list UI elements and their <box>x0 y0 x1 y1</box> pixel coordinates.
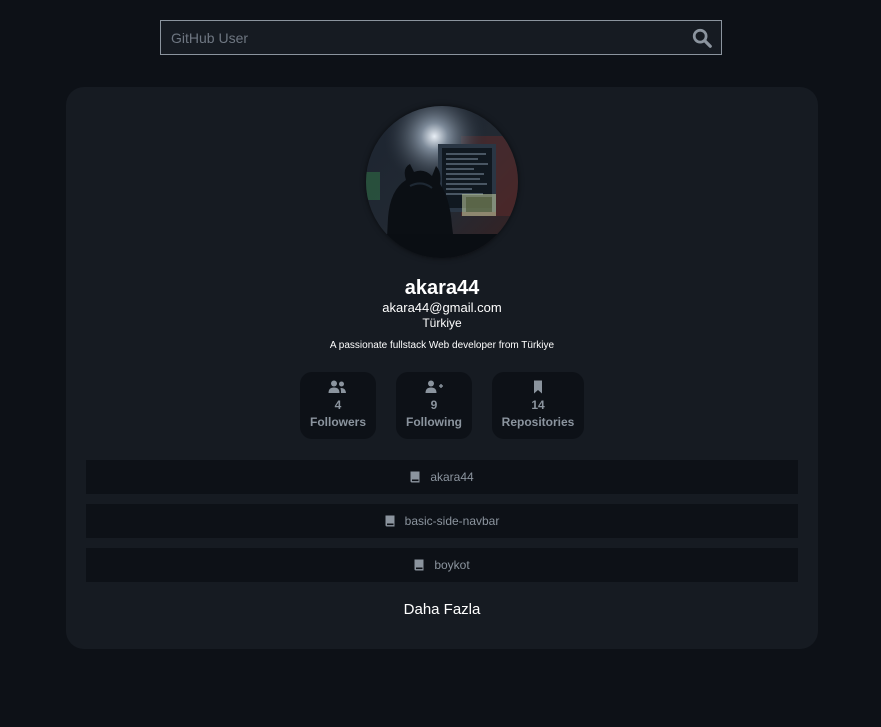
book-icon <box>410 471 420 483</box>
profile-username: akara44 <box>404 277 480 299</box>
stat-following[interactable]: 9 Following <box>396 372 472 439</box>
following-label: Following <box>406 415 462 429</box>
stats-row: 4 Followers 9 Following 14 Repositories <box>300 372 600 439</box>
avatar-image <box>366 106 518 258</box>
profile-bio: A passionate fullstack Web developer fro… <box>329 340 555 351</box>
following-count: 9 <box>430 398 438 412</box>
repo-item[interactable]: basic-side-navbar <box>86 504 798 538</box>
avatar <box>366 106 518 258</box>
stat-followers[interactable]: 4 Followers <box>300 372 376 439</box>
repo-name: basic-side-navbar <box>404 514 500 528</box>
repositories-label: Repositories <box>501 415 575 429</box>
followers-count: 4 <box>334 398 342 412</box>
repo-name: boykot <box>434 558 470 572</box>
search-bar <box>160 20 722 55</box>
book-icon <box>385 515 395 527</box>
profile-email: akara44@gmail.com <box>382 300 502 315</box>
people-icon <box>328 380 346 393</box>
user-plus-icon <box>425 380 443 393</box>
repositories-count: 14 <box>531 398 545 412</box>
more-button[interactable]: Daha Fazla <box>66 601 818 618</box>
search-input[interactable] <box>161 21 681 54</box>
bookmark-icon <box>534 380 542 394</box>
repo-name: akara44 <box>430 470 474 484</box>
book-icon <box>414 559 424 571</box>
stat-repositories[interactable]: 14 Repositories <box>492 372 584 439</box>
page: akara44 akara44@gmail.com Türkiye A pass… <box>0 0 881 727</box>
profile-card: akara44 akara44@gmail.com Türkiye A pass… <box>66 87 818 649</box>
search-icon[interactable] <box>691 27 713 49</box>
followers-label: Followers <box>309 415 366 429</box>
profile-location: Türkiye <box>422 316 462 330</box>
repo-item[interactable]: akara44 <box>86 460 798 494</box>
repo-item[interactable]: boykot <box>86 548 798 582</box>
